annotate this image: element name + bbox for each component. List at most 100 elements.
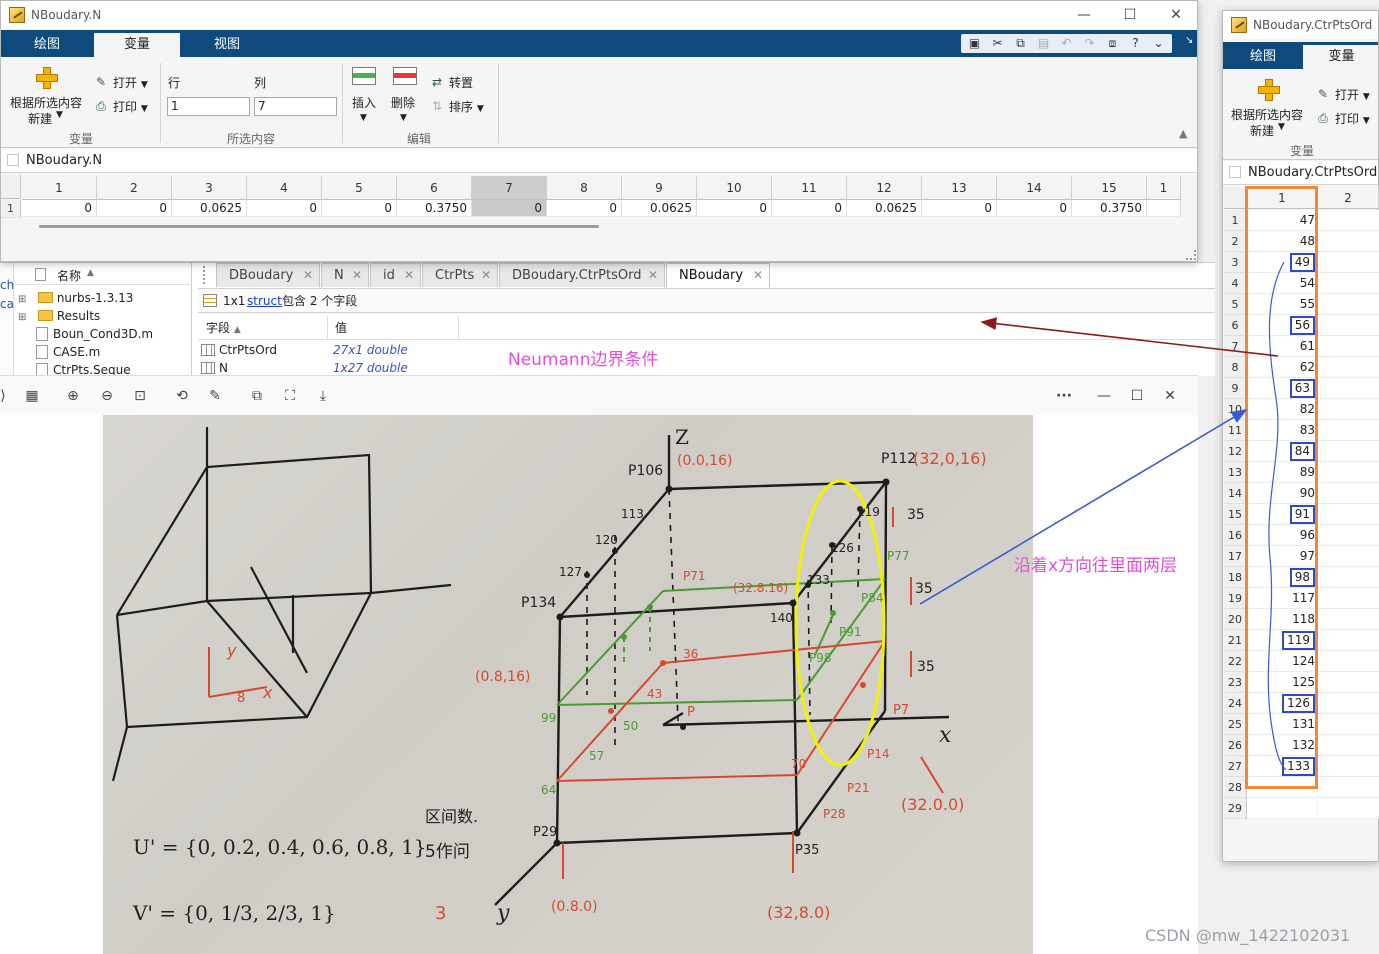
rotate-icon[interactable]: ⟲ [173, 387, 191, 405]
close-icon[interactable]: ✕ [648, 264, 658, 287]
maximize-icon[interactable]: ☐ [1128, 387, 1146, 405]
row-header[interactable]: 15 [1224, 504, 1247, 525]
tab-variable[interactable]: 变量 [1303, 45, 1378, 69]
table-cell[interactable] [1318, 315, 1379, 336]
gallery-grid-icon[interactable]: ▦ [23, 387, 41, 405]
table-cell[interactable] [1318, 231, 1379, 252]
save-icon[interactable]: ▣ [964, 35, 985, 52]
print-button[interactable]: 打印 ▼ [113, 98, 148, 115]
table-cell[interactable] [1318, 273, 1379, 294]
pin-icon[interactable]: ↘ [1185, 35, 1193, 46]
row-header[interactable]: 29 [1224, 798, 1247, 819]
zoom-in-icon[interactable]: ⊕ [64, 387, 82, 405]
column-header[interactable]: 4 [247, 176, 322, 200]
resize-grip-icon[interactable] [1186, 250, 1196, 260]
tab-view[interactable]: 视图 [184, 33, 270, 57]
close-icon[interactable]: ✕ [404, 264, 414, 287]
minimize-icon[interactable]: — [1095, 387, 1113, 405]
table-cell[interactable] [1318, 693, 1379, 714]
chevron-down-icon[interactable]: ▼ [400, 113, 407, 123]
tab-variable[interactable]: 变量 [94, 33, 180, 57]
column-header[interactable]: 13 [922, 176, 997, 200]
table-cell[interactable] [1318, 588, 1379, 609]
tab-dboudary[interactable]: DBoudary ✕ [216, 263, 320, 287]
tab-ctrpts[interactable]: CtrPts ✕ [422, 263, 498, 287]
row-header[interactable]: 13 [1224, 462, 1247, 483]
table-cell[interactable] [1318, 630, 1379, 651]
table-cell[interactable] [1318, 672, 1379, 693]
table-cell[interactable] [1247, 798, 1317, 819]
struct-link[interactable]: struct [247, 289, 282, 313]
tab-dboudary-ctrptsord[interactable]: DBoudary.CtrPtsOrd ✕ [499, 263, 665, 287]
row-header[interactable]: 18 [1224, 567, 1247, 588]
row-header[interactable]: 9 [1224, 378, 1247, 399]
row-header[interactable]: 26 [1224, 735, 1247, 756]
close-icon[interactable]: ✕ [303, 264, 313, 287]
save-download-icon[interactable]: ⤓ [314, 387, 332, 405]
tab-id[interactable]: id ✕ [370, 263, 421, 287]
table-cell[interactable] [1318, 777, 1379, 798]
table-cell[interactable] [1318, 462, 1379, 483]
back-arrow-icon[interactable]: ⟩ [0, 387, 12, 405]
table-cell[interactable] [1318, 756, 1379, 777]
column-header[interactable]: 12 [847, 176, 922, 200]
new-from-selection-icon[interactable] [1258, 79, 1280, 101]
close-icon[interactable]: ✕ [481, 264, 491, 287]
table-cell[interactable] [1318, 525, 1379, 546]
table-cell[interactable] [1318, 336, 1379, 357]
column-header[interactable]: 15 [1072, 176, 1147, 200]
open-button[interactable]: 打开 ▼ [1335, 86, 1370, 103]
table-cell[interactable]: 0 [472, 200, 547, 217]
row-header[interactable]: 17 [1224, 546, 1247, 567]
close-icon[interactable]: ✕ [753, 264, 763, 287]
table-cell[interactable]: 0 [997, 200, 1072, 217]
insert-button[interactable]: 插入 [352, 94, 376, 111]
chevron-down-icon[interactable]: ⌄ [1148, 35, 1169, 52]
row-header[interactable]: 10 [1224, 399, 1247, 420]
grid-corner[interactable] [1224, 187, 1247, 209]
row-header[interactable]: 21 [1224, 630, 1247, 651]
row-header[interactable]: 6 [1224, 315, 1247, 336]
chevron-down-icon[interactable]: ▼ [56, 110, 63, 120]
table-cell[interactable] [1318, 714, 1379, 735]
table-cell[interactable]: 0.0625 [172, 200, 247, 217]
field-column-header[interactable]: 字段 ▲ [198, 316, 328, 340]
row-header[interactable]: 27 [1224, 756, 1247, 777]
table-cell[interactable] [1318, 798, 1379, 819]
sort-button[interactable]: 排序 ▼ [449, 98, 484, 115]
table-cell[interactable] [1318, 357, 1379, 378]
table-cell[interactable]: 0.3750 [1072, 200, 1147, 217]
file-row-results[interactable]: ⊞ Results [18, 307, 100, 325]
row-header[interactable]: 5 [1224, 294, 1247, 315]
row-header[interactable]: 1 [1224, 210, 1247, 231]
table-cell[interactable]: 0 [322, 200, 397, 217]
table-cell[interactable] [1318, 651, 1379, 672]
delete-button[interactable]: 删除 [391, 94, 415, 111]
tab-nboudary[interactable]: NBoudary ✕ [666, 263, 770, 287]
row-header[interactable]: 24 [1224, 693, 1247, 714]
column-header[interactable]: 2 [97, 176, 172, 200]
column-header[interactable]: 6 [397, 176, 472, 200]
table-cell[interactable] [1318, 735, 1379, 756]
column-header[interactable]: 8 [547, 176, 622, 200]
redo-icon[interactable]: ↷ [1079, 35, 1100, 52]
new-from-selection-button[interactable]: 根据所选内容 [10, 94, 82, 111]
switch-windows-icon[interactable]: ⧈ [1102, 35, 1123, 52]
table-cell[interactable]: 0 [97, 200, 172, 217]
new-from-selection-button-line2[interactable]: 新建 [28, 110, 52, 127]
value-column-header[interactable]: 值 [329, 316, 459, 340]
table-cell[interactable]: 0.3750 [397, 200, 472, 217]
cut-icon[interactable]: ✂ [987, 35, 1008, 52]
paste-icon[interactable]: ▤ [1033, 35, 1054, 52]
table-cell[interactable]: 0 [922, 200, 997, 217]
row-header[interactable]: 23 [1224, 672, 1247, 693]
table-cell[interactable] [1318, 483, 1379, 504]
column-header[interactable]: 3 [172, 176, 247, 200]
table-cell[interactable] [1318, 378, 1379, 399]
expand-icon[interactable]: ⊞ [18, 309, 28, 327]
file-row-boun-cond[interactable]: Boun_Cond3D.m [34, 325, 153, 343]
table-cell[interactable]: 0.0625 [622, 200, 697, 217]
table-cell[interactable] [1318, 504, 1379, 525]
table-cell[interactable] [1318, 609, 1379, 630]
col-input[interactable]: 7 [254, 97, 337, 116]
